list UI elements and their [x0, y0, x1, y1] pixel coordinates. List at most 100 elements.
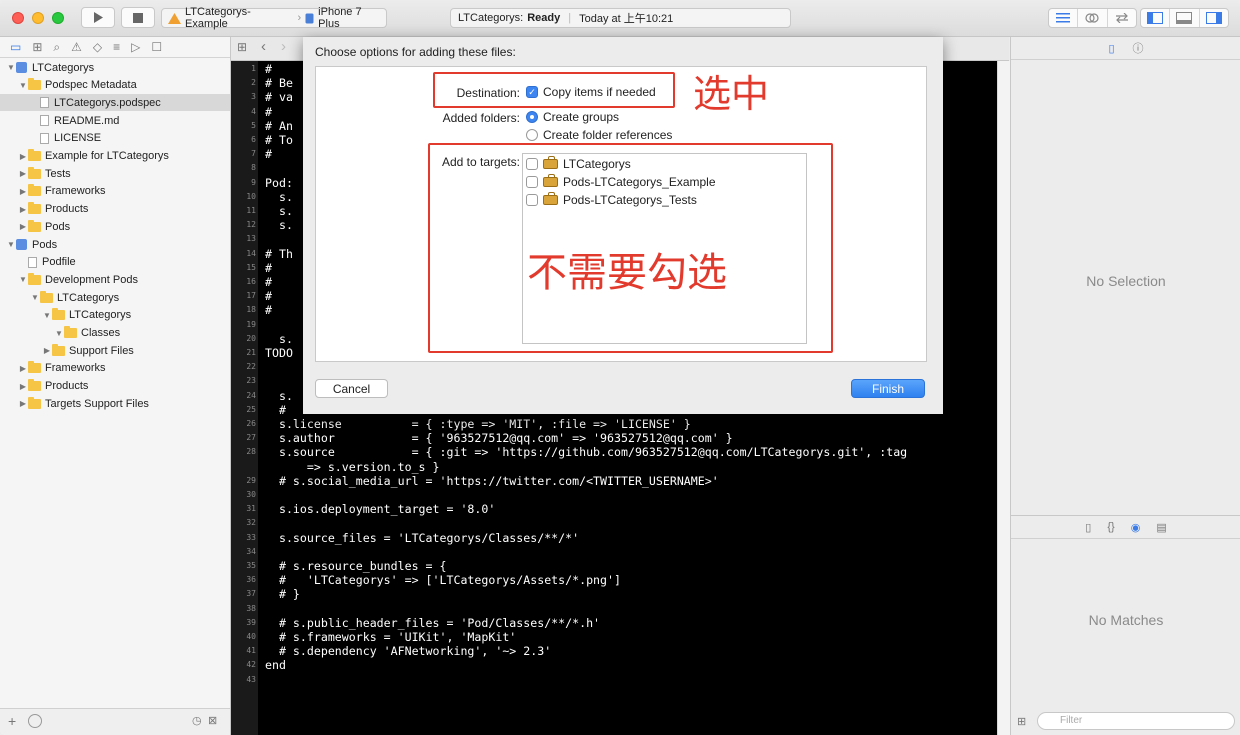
nav-item-label: Podfile: [42, 256, 76, 269]
cancel-button[interactable]: Cancel: [315, 379, 388, 398]
minimize-window-button[interactable]: [32, 12, 44, 24]
grid-icon[interactable]: ⊞: [237, 40, 247, 54]
editor-scrollbar[interactable]: [997, 61, 1010, 735]
disclosure-closed-icon[interactable]: ▶: [18, 205, 28, 214]
back-arrow-icon[interactable]: ‹: [261, 38, 266, 55]
nav-item[interactable]: ▼ Podspec Metadata: [0, 77, 230, 94]
warning-icon[interactable]: ⚠: [71, 40, 82, 54]
disclosure-open-icon[interactable]: ▼: [6, 240, 16, 249]
nav-item[interactable]: LTCategorys.podspec: [0, 94, 230, 112]
line-number: 6: [251, 135, 256, 144]
search-icon[interactable]: ⌕: [53, 40, 60, 55]
filter-icon[interactable]: [28, 714, 42, 728]
media-library-icon[interactable]: ▤: [1156, 521, 1166, 534]
nav-item[interactable]: ▼ LTCategorys: [0, 289, 230, 306]
line-number: 26: [246, 419, 256, 428]
assistant-editor-button[interactable]: [1078, 9, 1108, 27]
line-number: 16: [246, 277, 256, 286]
nav-item[interactable]: Podfile: [0, 254, 230, 271]
scheme-selector[interactable]: LTCategorys-Example › iPhone 7 Plus: [161, 6, 387, 30]
test-diamond-icon[interactable]: ◇: [93, 40, 102, 54]
disclosure-closed-icon[interactable]: ▶: [18, 222, 28, 231]
recent-icon[interactable]: ◷: [192, 714, 202, 727]
xcode-window: LTCategorys-Example › iPhone 7 Plus LTCa…: [0, 0, 1240, 735]
toggle-debug-button[interactable]: [1170, 9, 1200, 27]
code-snippet-icon[interactable]: {}: [1107, 521, 1114, 533]
file-template-icon[interactable]: ▯: [1085, 521, 1091, 534]
nav-item[interactable]: ▶ Frameworks: [0, 183, 230, 200]
finish-button[interactable]: Finish: [851, 379, 925, 398]
line-number: 41: [246, 646, 256, 656]
folder-icon[interactable]: ▭: [10, 40, 21, 54]
library-filter-input[interactable]: Filter: [1037, 712, 1235, 730]
nav-item[interactable]: ▼ Classes: [0, 325, 230, 342]
forward-arrow-icon[interactable]: ›: [281, 38, 286, 55]
nav-item[interactable]: ▶ Support Files: [0, 342, 230, 359]
nav-item[interactable]: ▶ Products: [0, 201, 230, 218]
nav-item-label: Pods: [45, 220, 71, 233]
nav-item[interactable]: ▼ Pods: [0, 236, 230, 253]
nav-item[interactable]: ▶ Targets Support Files: [0, 395, 230, 412]
version-editor-button[interactable]: [1108, 9, 1136, 27]
zoom-window-button[interactable]: [52, 12, 64, 24]
nav-item[interactable]: README.md: [0, 112, 230, 129]
object-library-icon[interactable]: ◉: [1131, 521, 1141, 534]
breakpoint-icon[interactable]: ▷: [131, 40, 140, 54]
scm-filter-icon[interactable]: ⊠: [208, 714, 217, 727]
disclosure-closed-icon[interactable]: ▶: [18, 382, 28, 391]
nav-item[interactable]: ▶ Tests: [0, 165, 230, 182]
grid-view-icon[interactable]: ⊞: [1017, 715, 1026, 728]
right-panel-icon: [1205, 12, 1222, 24]
disclosure-open-icon[interactable]: ▼: [18, 275, 28, 284]
disclosure-closed-icon[interactable]: ▶: [18, 364, 28, 373]
nav-item[interactable]: ▼ LTCategorys: [0, 307, 230, 324]
run-button[interactable]: [81, 7, 115, 28]
stop-button[interactable]: [121, 7, 155, 28]
code-line: #: [265, 289, 293, 304]
disclosure-closed-icon[interactable]: ▶: [18, 399, 28, 408]
debug-icon[interactable]: ≡: [113, 40, 120, 54]
code-line: s.author = { '963527512@qq.com' => '9635…: [265, 431, 733, 446]
view-toggle-control: [1140, 8, 1229, 28]
nav-item[interactable]: ▶ Products: [0, 378, 230, 395]
file-inspector-icon[interactable]: ▯: [1108, 42, 1114, 55]
code-line: # To: [265, 133, 293, 147]
nav-item[interactable]: ▶ Pods: [0, 218, 230, 235]
code-line: # s.frameworks = 'UIKit', 'MapKit': [265, 630, 517, 644]
toggle-navigator-button[interactable]: [1141, 9, 1171, 27]
report-icon[interactable]: ☐: [151, 40, 162, 54]
disclosure-closed-icon[interactable]: ▶: [18, 169, 28, 178]
disclosure-closed-icon[interactable]: ▶: [18, 152, 28, 161]
disclosure-open-icon[interactable]: ▼: [54, 329, 64, 338]
code-line: # Th: [265, 246, 293, 261]
disclosure-open-icon[interactable]: ▼: [18, 81, 28, 90]
standard-editor-button[interactable]: [1049, 9, 1079, 27]
toggle-inspector-button[interactable]: [1200, 9, 1228, 27]
nav-item-label: Pods: [32, 238, 58, 251]
line-number: 14: [246, 248, 256, 258]
inspector-tabs: ▯ ⓘ: [1011, 37, 1240, 60]
nav-item-label: Frameworks: [45, 185, 106, 198]
nav-item[interactable]: ▶ Example for LTCategorys: [0, 148, 230, 165]
hierarchy-icon[interactable]: ⊞: [32, 40, 42, 54]
nav-item[interactable]: ▼ LTCategorys: [0, 59, 230, 76]
disclosure-closed-icon[interactable]: ▶: [18, 187, 28, 196]
add-icon[interactable]: +: [8, 713, 16, 729]
nav-item[interactable]: LICENSE: [0, 130, 230, 147]
code-line: #: [265, 147, 272, 162]
status-time: Today at 上午10:21: [579, 13, 674, 25]
help-icon[interactable]: ⓘ: [1133, 40, 1144, 56]
create-groups-radio[interactable]: Create groups: [526, 110, 619, 124]
line-number: 29: [246, 475, 256, 485]
nav-item[interactable]: ▼ Development Pods: [0, 271, 230, 288]
close-window-button[interactable]: [12, 12, 24, 24]
line-number: 13: [246, 234, 256, 244]
disclosure-open-icon[interactable]: ▼: [30, 293, 40, 302]
create-folder-references-radio[interactable]: Create folder references: [526, 128, 672, 142]
code-line: #: [265, 62, 272, 76]
disclosure-open-icon[interactable]: ▼: [6, 63, 16, 72]
nav-item[interactable]: ▶ Frameworks: [0, 360, 230, 377]
disclosure-closed-icon[interactable]: ▶: [42, 346, 52, 355]
disclosure-open-icon[interactable]: ▼: [42, 311, 52, 320]
play-icon: [94, 12, 103, 23]
